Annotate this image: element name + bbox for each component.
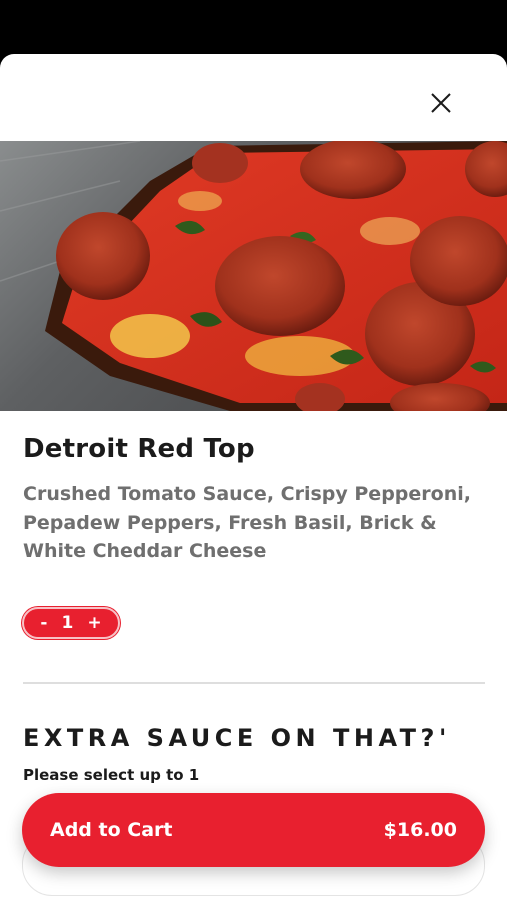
item-detail-sheet: Detroit Red Top Crushed Tomato Sauce, Cr… — [0, 54, 507, 900]
section-subtitle: Please select up to 1 — [23, 766, 200, 784]
item-title: Detroit Red Top — [23, 434, 255, 464]
cart-price: $16.00 — [383, 819, 457, 841]
increment-button[interactable]: + — [87, 614, 101, 632]
add-to-cart-label: Add to Cart — [50, 819, 173, 841]
decrement-button[interactable]: - — [40, 614, 47, 632]
item-description: Crushed Tomato Sauce, Crispy Pepperoni, … — [23, 483, 471, 562]
quantity-value: 1 — [61, 612, 74, 633]
divider — [23, 682, 485, 684]
section-title: EXTRA SAUCE ON THAT?' — [23, 724, 451, 752]
add-to-cart-button[interactable]: Add to Cart $16.00 — [22, 793, 485, 867]
quantity-stepper: - 1 + — [22, 607, 120, 639]
pizza-photo-illustration — [0, 141, 507, 411]
close-icon — [431, 93, 451, 113]
pizza-image — [0, 141, 507, 411]
close-button[interactable] — [422, 84, 460, 122]
